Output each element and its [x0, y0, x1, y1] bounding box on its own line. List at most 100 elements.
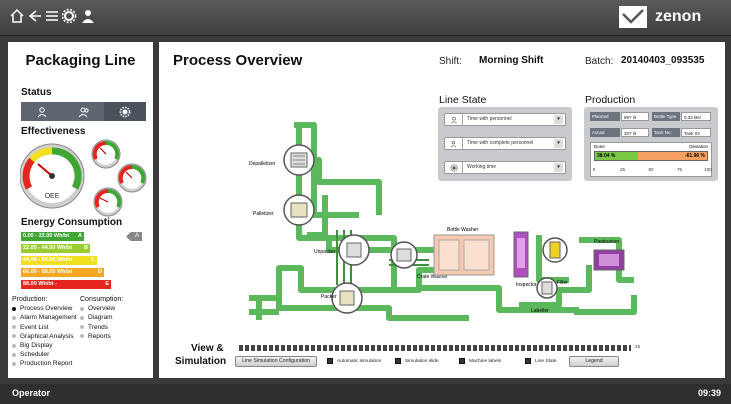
simulation-slider[interactable]	[239, 345, 631, 351]
energy-class: E	[105, 281, 109, 287]
consumption-nav: Consumption: Overview Diagram Trends Report…	[80, 295, 123, 341]
filler-machine	[542, 237, 568, 263]
bullet-icon	[12, 316, 16, 320]
status-footer: Operator 09:39	[0, 384, 731, 404]
nav-label: Alarm Management	[20, 314, 77, 322]
home-icon[interactable]	[8, 7, 26, 25]
deviation-value: -61.96 %	[684, 153, 705, 159]
energy-bar-b: 22.00 - 44.00 Wh/bt B	[21, 244, 90, 253]
gear-icon[interactable]	[60, 7, 78, 25]
unpacker-label: Unpacker	[314, 249, 336, 255]
energy-class: B	[84, 245, 88, 251]
quality-gauge	[93, 187, 123, 217]
page-title: Process Overview	[173, 52, 303, 69]
bullet-icon	[12, 352, 16, 357]
process-diagram: Depalletizer Palletizer Unpacker Packer …	[249, 122, 637, 321]
pasteuriser-label: Pasteuriser	[594, 239, 620, 245]
line-simulation-config-button[interactable]: Line Simulation Configuration	[235, 356, 317, 367]
nav-item-graphical-analysis[interactable]: Graphical Analysis	[12, 332, 77, 341]
energy-range: 0.00 - 22.00 Wh/bt	[23, 233, 70, 239]
energy-class: C	[91, 257, 95, 263]
nav-label: Overview	[88, 305, 116, 313]
line-state-checkbox[interactable]: Line State	[525, 358, 557, 364]
current-user: Operator	[12, 388, 51, 398]
bottle-washer-label: Bottle Washer	[447, 227, 479, 233]
inspector-label: Inspector	[516, 282, 537, 288]
status-bar	[21, 102, 147, 121]
nav-item-production-report[interactable]: Production Report	[12, 359, 77, 368]
production-nav: Production: Process Overview Alarm Manage…	[12, 295, 77, 369]
batch-value: 20140403_093535	[621, 55, 705, 66]
line-state-title: Line State	[439, 94, 487, 106]
automatic-simulation-checkbox[interactable]: Automatic simulation	[327, 358, 381, 364]
nav-label: Trends	[88, 323, 108, 331]
logo-text: zenon	[655, 8, 702, 25]
checkbox-label: Simulation slide	[405, 358, 439, 364]
inspector-machine	[513, 231, 529, 278]
status-label: Status	[21, 87, 52, 98]
scale-tick: 100	[704, 167, 712, 172]
simulation-slide-checkbox[interactable]: Simulation slide	[395, 358, 439, 364]
production-title: Production	[585, 94, 636, 106]
energy-range: 44.00 - 66.00 Wh/bt	[23, 257, 73, 263]
nav-item-event-list[interactable]: Event List	[12, 323, 77, 332]
deviation-label: Deviation	[689, 144, 708, 149]
energy-class: D	[98, 269, 102, 275]
packer-label: Packer	[321, 294, 337, 300]
energy-bar-e: 88.00 Wh/bt - E	[21, 280, 111, 289]
bullet-icon	[80, 325, 84, 330]
nav-item-scheduler[interactable]: Scheduler	[12, 350, 77, 359]
line-title: Packaging Line	[25, 52, 136, 69]
energy-range: 88.00 Wh/bt -	[23, 281, 57, 287]
status-user-button[interactable]	[21, 102, 63, 121]
energy-range: 66.00 - 88.00 Wh/bt	[23, 269, 73, 275]
bullet-icon	[12, 306, 16, 311]
labeller-label: Labeller	[531, 308, 549, 314]
user-icon[interactable]	[79, 7, 97, 25]
nav-item-diagram[interactable]: Diagram	[80, 313, 123, 322]
bullet-icon	[80, 316, 84, 320]
energy-label: Energy Consumption	[21, 217, 123, 228]
consumption-header: Consumption:	[80, 296, 124, 303]
legend-button[interactable]: Legend	[569, 356, 619, 367]
back-icon[interactable]	[26, 7, 44, 25]
nav-label: Diagram	[88, 314, 113, 322]
energy-bar-c: 44.00 - 66.00 Wh/bt C	[21, 256, 97, 265]
main-panel: Process Overview Shift: Morning Shift Ba…	[159, 42, 725, 378]
nav-item-overview[interactable]: Overview	[80, 304, 123, 313]
machine-labels-checkbox[interactable]: Machine labels	[459, 358, 501, 364]
nav-label: Graphical Analysis	[20, 332, 74, 340]
batch-label: Batch:	[585, 56, 614, 67]
palletizer-label: Palletizer	[253, 211, 274, 217]
bottle-washer-machine	[433, 234, 495, 276]
nav-item-process-overview[interactable]: Process Overview	[12, 304, 77, 313]
top-toolbar: zenon	[0, 0, 731, 36]
depalletizer-label: Depalletizer	[249, 161, 276, 167]
checkbox-label: Machine labels	[469, 358, 501, 364]
bullet-icon	[12, 343, 16, 348]
bullet-icon	[12, 325, 16, 330]
effectiveness-label: Effectiveness	[21, 126, 86, 137]
nav-item-trends[interactable]: Trends	[80, 323, 123, 332]
energy-marker: A	[126, 232, 142, 241]
nav-label: Production Report	[20, 360, 73, 368]
bottle-type-value: 0.33 liter	[681, 112, 711, 121]
energy-bar-a: 0.00 - 22.00 Wh/bt A	[21, 232, 84, 241]
clock: 09:39	[697, 388, 721, 398]
users-icon	[78, 107, 89, 117]
nav-label: Event List	[20, 323, 49, 331]
nav-item-big-display[interactable]: Big Display	[12, 341, 77, 350]
zenon-logo: zenon	[619, 6, 719, 30]
status-users-button[interactable]	[63, 102, 105, 121]
list-icon[interactable]	[43, 7, 61, 25]
status-gear-button[interactable]	[104, 102, 147, 121]
view-sim-line1: View &	[191, 343, 224, 354]
nav-item-reports[interactable]: Reports	[80, 332, 123, 341]
energy-class: A	[78, 233, 82, 239]
crate-washer-machine	[390, 241, 418, 269]
energy-range: 22.00 - 44.00 Wh/bt	[23, 245, 73, 251]
nav-item-alarm-management[interactable]: Alarm Management	[12, 313, 77, 322]
nav-label: Big Display	[20, 342, 53, 350]
shift-label: Shift:	[439, 56, 462, 67]
tank-no-value: Tank 03	[681, 128, 711, 137]
